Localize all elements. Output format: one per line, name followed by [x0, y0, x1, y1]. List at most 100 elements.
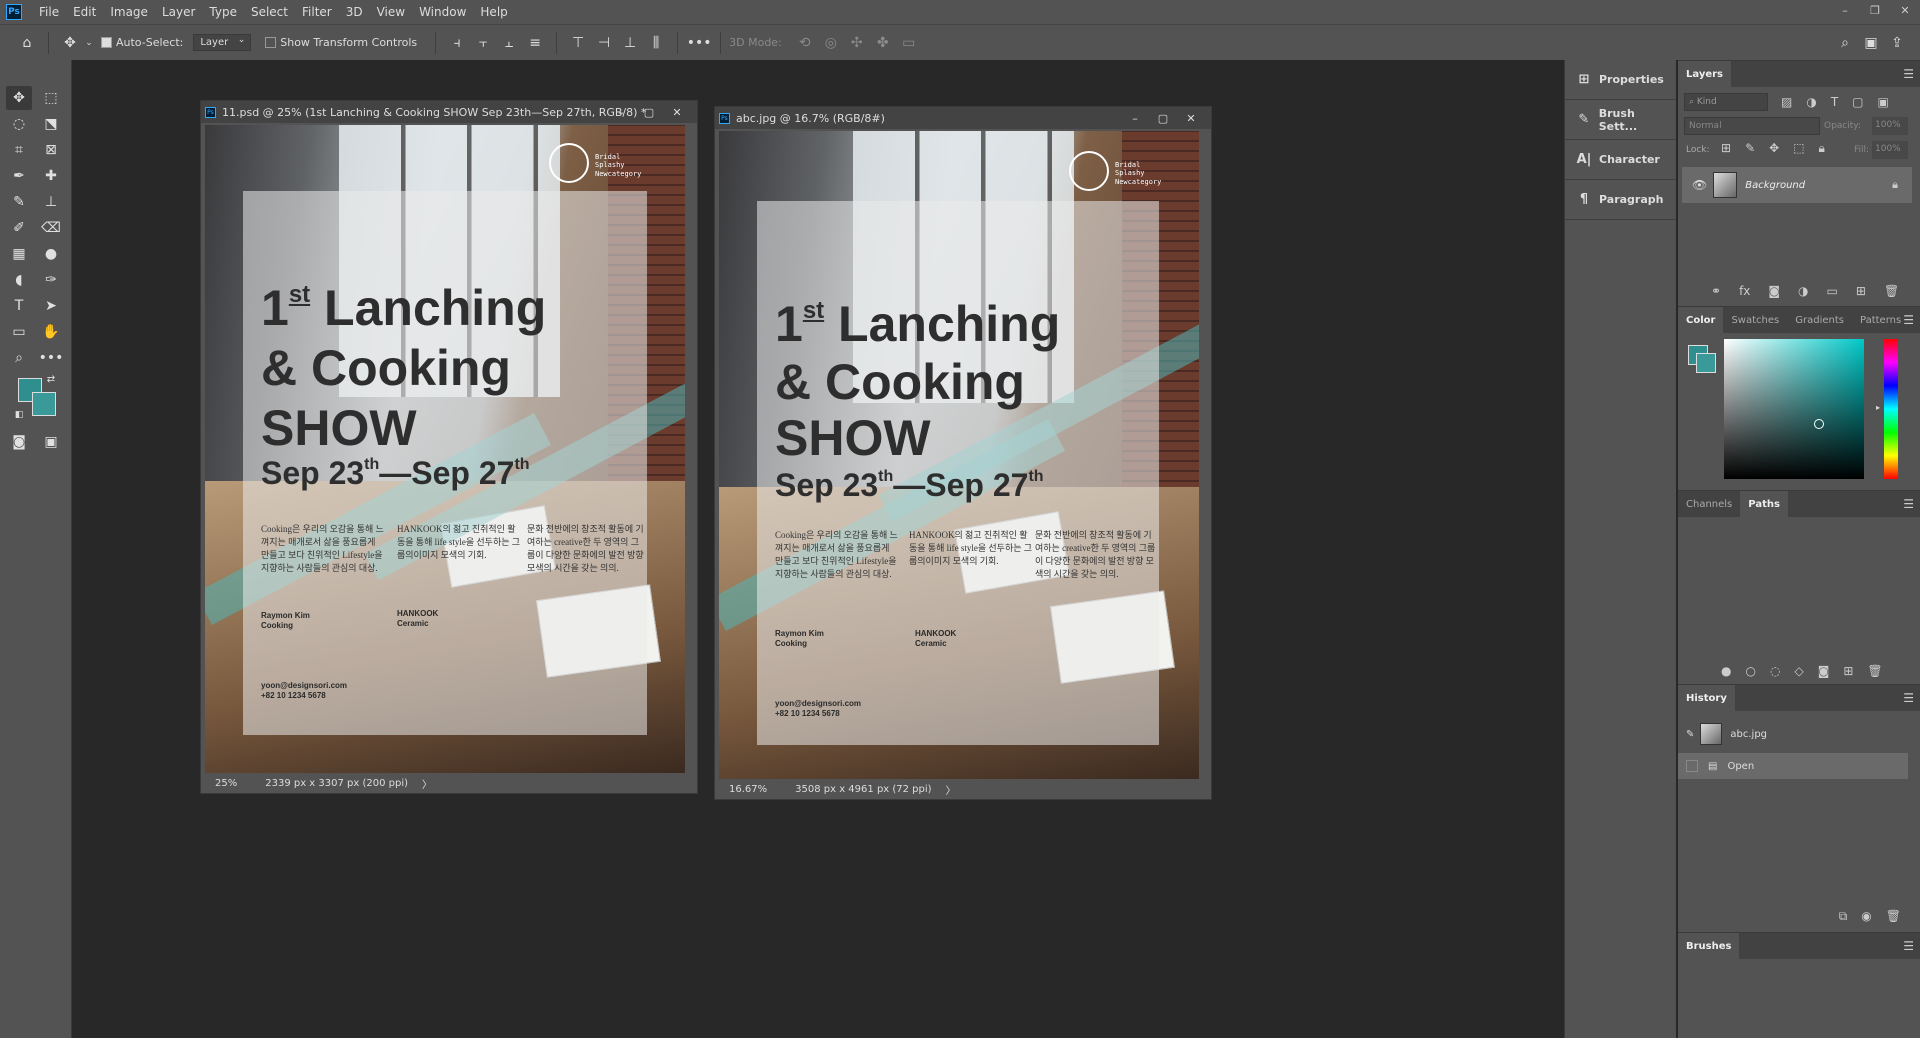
3d-rotate-icon[interactable]: ⟲	[792, 30, 818, 56]
filter-shape-icon[interactable]: ▢	[1852, 95, 1863, 109]
lock-all-icon[interactable]: 🔒︎	[1819, 141, 1825, 156]
screen-mode-icon[interactable]: ▣	[38, 430, 64, 454]
close-button[interactable]: ✕	[1890, 0, 1920, 20]
link-layers-icon[interactable]: ⚭	[1711, 284, 1721, 298]
new-document-from-state-icon[interactable]: ⧉	[1839, 909, 1848, 924]
layer-mask-icon[interactable]: ◙	[1768, 284, 1780, 298]
snapshot-camera-icon[interactable]: ◉	[1861, 909, 1871, 924]
3d-pan-icon[interactable]: ✣	[844, 30, 870, 56]
doc-minimize-button[interactable]: –	[607, 101, 635, 123]
history-snapshot-row[interactable]: ✎ abc.jpg	[1678, 721, 1908, 747]
panel-menu-icon[interactable]: ☰	[1903, 691, 1914, 705]
distribute-icon[interactable]: ≡	[522, 30, 548, 56]
panel-menu-icon[interactable]: ☰	[1903, 67, 1914, 81]
document-window-1[interactable]: Ps 11.psd @ 25% (1st Lanching & Cooking …	[200, 100, 698, 794]
tab-swatches[interactable]: Swatches	[1723, 307, 1787, 333]
more-tools-icon[interactable]: •••	[38, 346, 64, 370]
lock-position-icon[interactable]: ✥	[1769, 141, 1779, 155]
delete-layer-icon[interactable]: 🗑︎	[1884, 284, 1899, 298]
tab-gradients[interactable]: Gradients	[1787, 307, 1852, 333]
align-left-icon[interactable]: ⫞	[444, 30, 470, 56]
document-title-bar[interactable]: Ps 11.psd @ 25% (1st Lanching & Cooking …	[201, 101, 697, 123]
history-state-row[interactable]: ▤ Open	[1678, 753, 1908, 779]
distribute-vertical-icon[interactable]: ⫼	[643, 30, 669, 56]
stamp-tool-icon[interactable]: ⊥	[38, 190, 64, 214]
fill-path-icon[interactable]: ●	[1721, 664, 1731, 678]
document-canvas[interactable]: Bridal Splashy Newcategory 1st Lanching …	[205, 125, 685, 773]
hue-slider[interactable]	[1884, 339, 1898, 479]
visibility-eye-icon[interactable]: 👁︎	[1692, 178, 1707, 192]
layer-row-background[interactable]: 👁︎ Background 🔒︎	[1682, 167, 1912, 203]
swap-colors-icon[interactable]: ⇄	[44, 372, 58, 386]
tab-brushes[interactable]: Brushes	[1678, 933, 1740, 959]
move-tool-icon[interactable]: ✥	[57, 30, 83, 56]
menu-layer[interactable]: Layer	[155, 5, 202, 19]
group-folder-icon[interactable]: ▭	[1827, 284, 1838, 298]
gradient-tool-icon[interactable]: ▦	[6, 242, 32, 266]
brush-settings-panel-button[interactable]: ✎ Brush Sett...	[1565, 100, 1676, 140]
status-arrow-icon[interactable]: 〉	[422, 776, 432, 791]
dodge-tool-icon[interactable]: ◖	[6, 268, 32, 292]
fill-field[interactable]: 100%	[1872, 141, 1908, 159]
auto-select-dropdown[interactable]: Layer	[193, 34, 252, 51]
pen-tool-icon[interactable]: ✑	[38, 268, 64, 292]
character-panel-button[interactable]: A| Character	[1565, 140, 1676, 180]
doc-close-button[interactable]: ✕	[1177, 107, 1205, 129]
document-title-bar[interactable]: Ps abc.jpg @ 16.7% (RGB/8#) – ▢ ✕	[715, 107, 1211, 129]
panel-menu-icon[interactable]: ☰	[1903, 939, 1914, 953]
auto-select-checkbox[interactable]: Auto-Select:	[101, 36, 183, 49]
color-picker-field[interactable]	[1724, 339, 1864, 479]
search-icon[interactable]: ⌕	[1832, 30, 1858, 56]
hand-tool-icon[interactable]: ✋	[38, 320, 64, 344]
doc-minimize-button[interactable]: –	[1121, 107, 1149, 129]
align-middle-icon[interactable]: ⊣	[591, 30, 617, 56]
menu-select[interactable]: Select	[244, 5, 295, 19]
minimize-button[interactable]: –	[1830, 0, 1860, 20]
doc-maximize-button[interactable]: ▢	[1149, 107, 1177, 129]
restore-button[interactable]: ❐	[1860, 0, 1890, 20]
tab-paths[interactable]: Paths	[1740, 491, 1788, 517]
hue-slider-handle-icon[interactable]: ▸	[1876, 403, 1880, 412]
quick-select-tool-icon[interactable]: ⬔	[38, 112, 64, 136]
healing-tool-icon[interactable]: ✚	[38, 164, 64, 188]
panel-menu-icon[interactable]: ☰	[1903, 313, 1914, 327]
share-icon[interactable]: ⇪	[1884, 30, 1910, 56]
default-colors-icon[interactable]: ◧	[12, 408, 26, 422]
load-selection-icon[interactable]: ◌	[1770, 664, 1780, 678]
frame-tool-icon[interactable]: ⊠	[38, 138, 64, 162]
history-brush-source-icon[interactable]: ✎	[1686, 729, 1694, 740]
color-picker-cursor[interactable]	[1814, 419, 1824, 429]
stroke-path-icon[interactable]: ○	[1745, 664, 1755, 678]
menu-file[interactable]: File	[32, 5, 66, 19]
tab-channels[interactable]: Channels	[1678, 491, 1740, 517]
move-tool-icon[interactable]: ✥	[6, 86, 32, 110]
checkbox-checked-icon[interactable]	[101, 37, 112, 48]
quick-mask-icon[interactable]: ◙	[6, 430, 32, 454]
filter-type-icon[interactable]: T	[1831, 95, 1838, 109]
lock-transparent-icon[interactable]: ⊞	[1721, 141, 1731, 155]
workspace-icon[interactable]: ▣	[1858, 30, 1884, 56]
layer-filter-kind[interactable]: ⌕ Kind	[1684, 93, 1768, 111]
adjustment-layer-icon[interactable]: ◑	[1798, 284, 1808, 298]
more-options-icon[interactable]: •••	[686, 30, 712, 56]
menu-filter[interactable]: Filter	[295, 5, 339, 19]
document-window-2[interactable]: Ps abc.jpg @ 16.7% (RGB/8#) – ▢ ✕ Bridal…	[714, 106, 1212, 800]
3d-roll-icon[interactable]: ◎	[818, 30, 844, 56]
3d-scale-icon[interactable]: ▭	[896, 30, 922, 56]
tab-layers[interactable]: Layers	[1678, 61, 1731, 87]
new-layer-icon[interactable]: ⊞	[1856, 284, 1866, 298]
make-work-path-icon[interactable]: ◇	[1794, 664, 1803, 678]
opacity-field[interactable]: 100%	[1872, 117, 1908, 135]
zoom-tool-icon[interactable]: ⌕	[6, 346, 32, 370]
background-color-swatch[interactable]	[32, 392, 56, 416]
panel-menu-icon[interactable]: ☰	[1903, 497, 1914, 511]
menu-edit[interactable]: Edit	[66, 5, 103, 19]
crop-tool-icon[interactable]: ⌗	[6, 138, 32, 162]
path-select-tool-icon[interactable]: ➤	[38, 294, 64, 318]
lock-image-icon[interactable]: ✎	[1745, 141, 1755, 155]
align-right-icon[interactable]: ⫠	[496, 30, 522, 56]
doc-maximize-button[interactable]: ▢	[635, 101, 663, 123]
lock-artboard-icon[interactable]: ⬚	[1793, 141, 1804, 155]
tab-history[interactable]: History	[1678, 685, 1735, 711]
menu-image[interactable]: Image	[103, 5, 155, 19]
